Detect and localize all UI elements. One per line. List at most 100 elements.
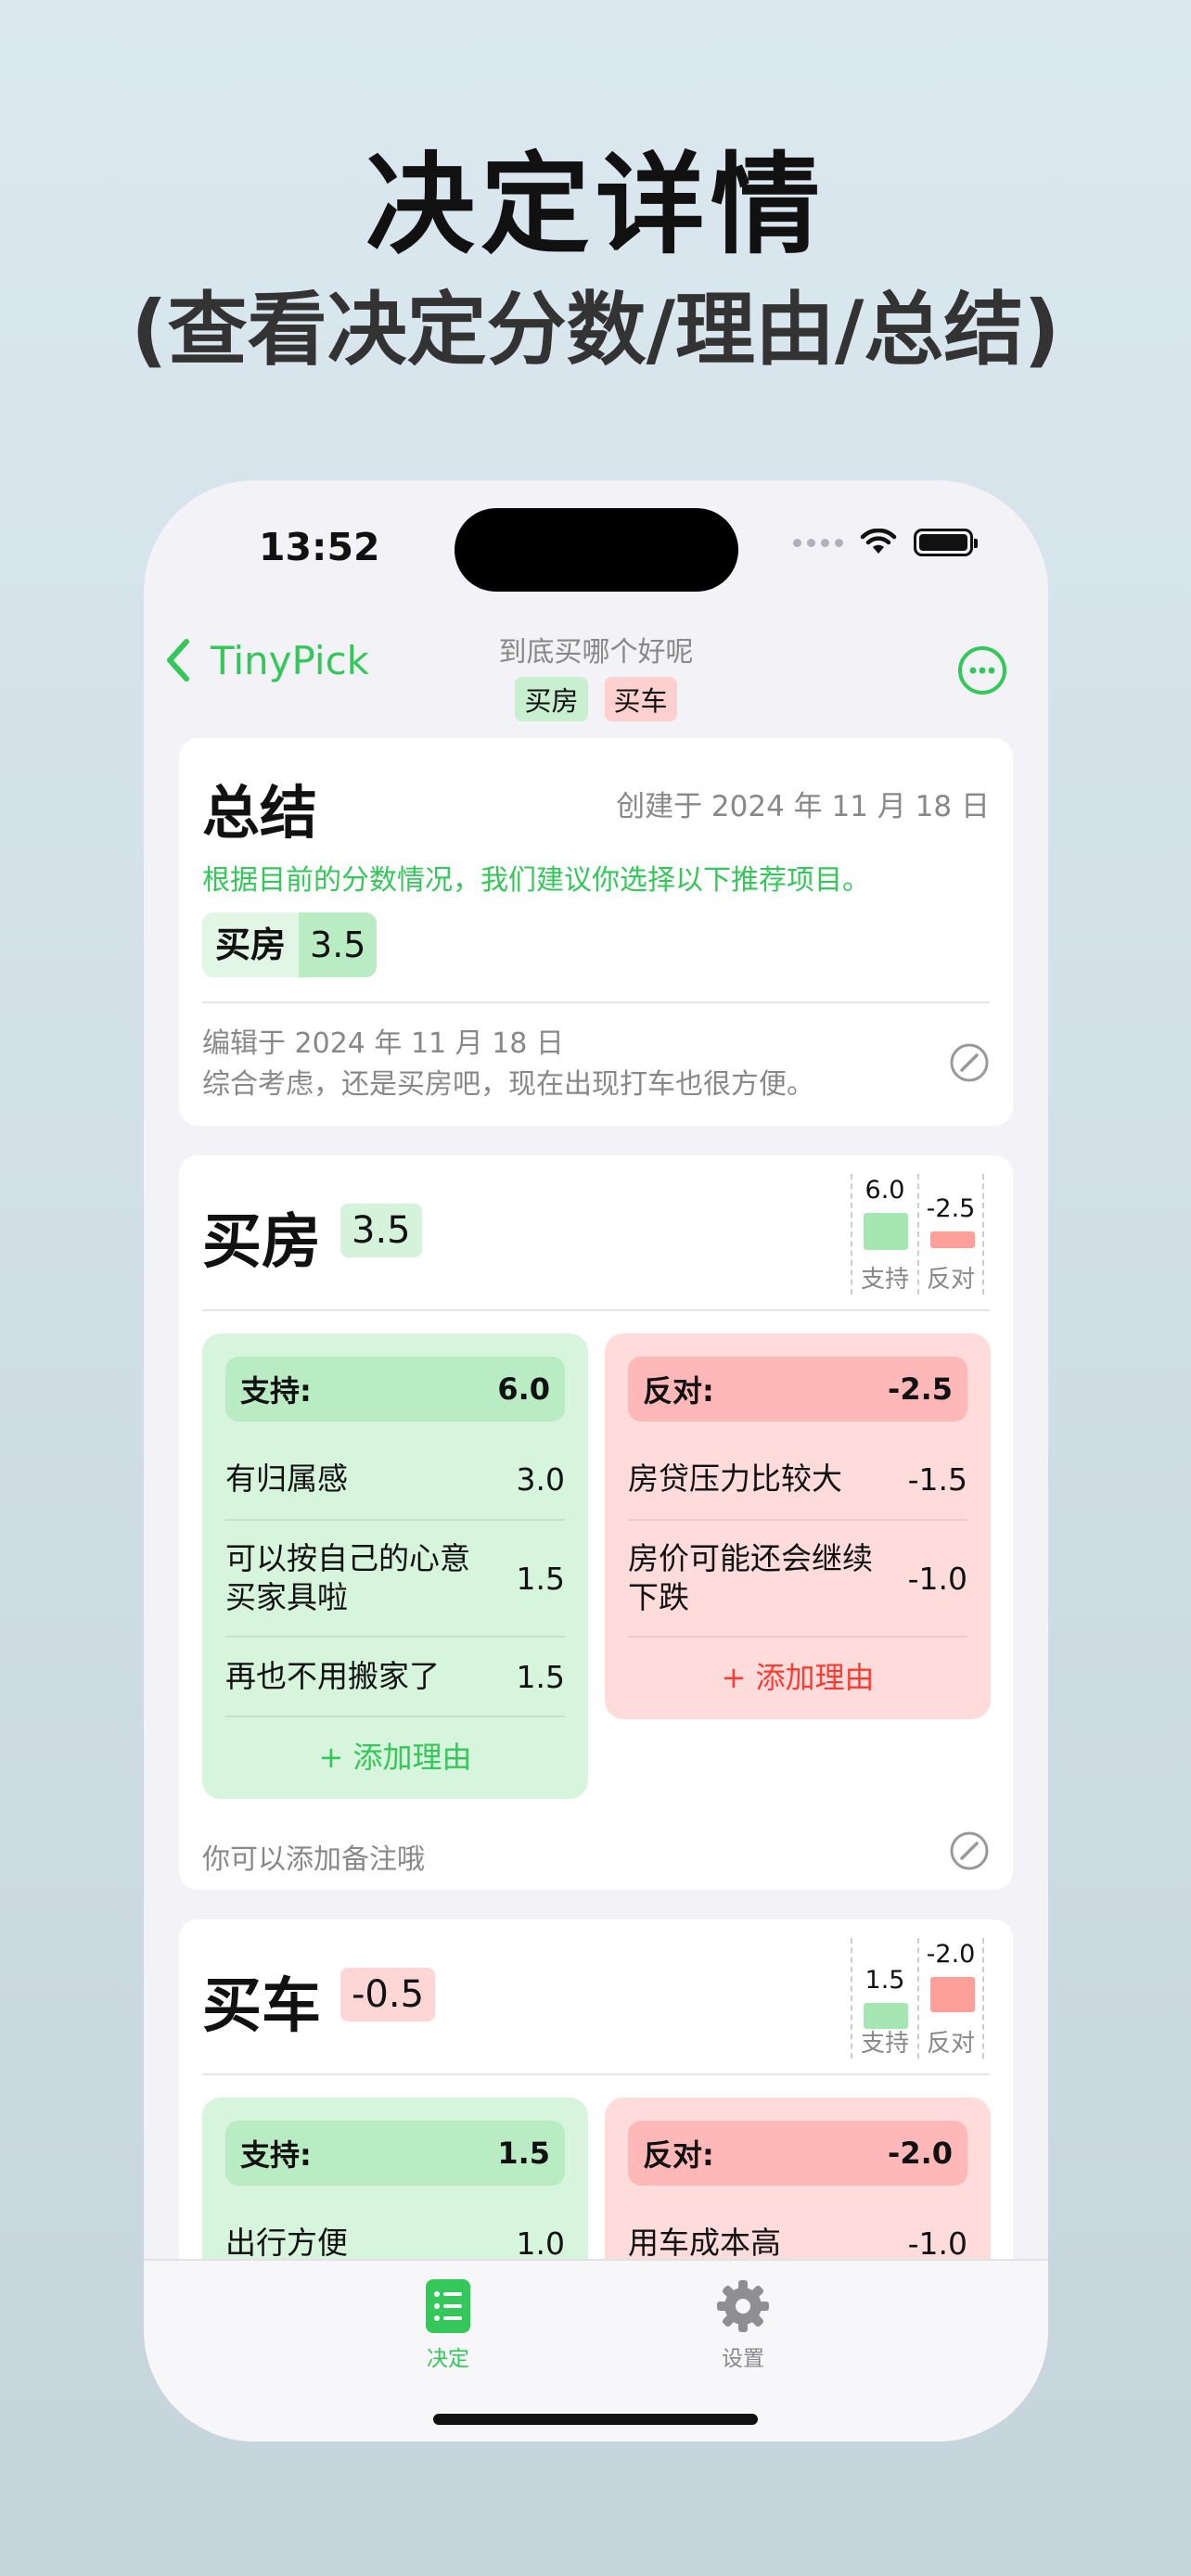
back-button[interactable]: TinyPick (160, 636, 369, 684)
reason-text: 房贷压力比较大 (628, 1460, 842, 1497)
score-mini-chart: 6.0 支持 -2.5 反对 (851, 1174, 990, 1294)
recommended-option-chip: 买房 3.5 (202, 912, 378, 977)
status-icons (793, 529, 978, 556)
phone-screen: 13:52 TinyPick 到底买哪个好呢 买房 买车 总结 创建于 2024… (144, 480, 1048, 2442)
con-column: -2.5 反对 (917, 1174, 984, 1294)
option-score: -0.5 (340, 1968, 436, 2021)
cons-panel: 反对: -2.5 房贷压力比较大 -1.5 房价可能还会继续下跌 -1.0 + … (605, 1333, 991, 1719)
option-card: 买房 3.5 6.0 支持 -2.5 反对 支持: 6.0 有归属感 3.0 可… (179, 1155, 1013, 1890)
pro-chart-value: 6.0 (864, 1176, 905, 1205)
reason-value: -1.5 (907, 1460, 967, 1498)
divider (202, 1001, 990, 1003)
battery-icon (914, 529, 978, 556)
option-note-placeholder[interactable]: 你可以添加备注哦 (202, 1836, 425, 1877)
decision-title: 到底买哪个好呢 (498, 636, 694, 669)
pro-column: 1.5 支持 (851, 1938, 917, 2059)
promo-subheadline: (查看决定分数/理由/总结) (131, 284, 1060, 376)
divider (202, 1309, 990, 1311)
chevron-left-icon (167, 639, 189, 682)
status-time: 13:52 (259, 525, 380, 569)
gear-icon (717, 2280, 769, 2332)
wifi-icon (860, 529, 897, 554)
pro-column: 6.0 支持 (851, 1174, 917, 1294)
con-chart-label: 反对 (926, 2030, 975, 2058)
reason-text: 有归属感 (225, 1460, 348, 1497)
con-bar (930, 1977, 975, 2012)
pro-chart-label: 支持 (860, 2030, 909, 2058)
reason-text: 出行方便 (225, 2225, 348, 2261)
reason-value: 1.0 (516, 2225, 565, 2262)
nav-title-area: 到底买哪个好呢 买房 买车 (422, 629, 770, 721)
reason-value: -1.0 (907, 1560, 967, 1597)
tab-label: 设置 (722, 2347, 764, 2371)
add-pro-reason-button[interactable]: + 添加理由 (225, 1715, 565, 1795)
signal-dots-icon (793, 538, 843, 547)
edit-summary-button[interactable] (949, 1042, 990, 1083)
back-label: TinyPick (211, 637, 369, 683)
pros-total: 6.0 (497, 1371, 550, 1407)
add-con-reason-button[interactable]: + 添加理由 (628, 1636, 967, 1715)
reason-row[interactable]: 房价可能还会继续下跌 -1.0 (628, 1519, 967, 1636)
reason-text: 用车成本高 (628, 2225, 781, 2261)
reason-text: 可以按自己的心意买家具啦 (225, 1540, 470, 1615)
tab-bar: 决定 设置 (144, 2259, 1048, 2442)
promo-headline: 决定详情 (365, 141, 826, 269)
cons-total: -2.5 (888, 1371, 953, 1407)
recommendation-text: 根据目前的分数情况，我们建议你选择以下推荐项目。 (202, 864, 870, 897)
tab-settings[interactable]: 设置 (678, 2277, 808, 2372)
reason-value: 3.0 (516, 1460, 565, 1498)
option-tags: 买房 买车 (422, 677, 770, 721)
con-chart-value: -2.5 (926, 1194, 976, 1223)
option-title: 买房 (202, 1208, 321, 1277)
pros-label: 支持: (240, 2137, 312, 2173)
con-chart-value: -2.0 (926, 1940, 976, 1969)
summary-title: 总结 (202, 779, 318, 847)
pros-label: 支持: (240, 1373, 312, 1409)
pro-bar (864, 1213, 908, 1250)
option-tag: 买车 (604, 677, 677, 721)
recommended-option-score: 3.5 (299, 912, 378, 977)
edit-note-button[interactable] (949, 1830, 990, 1871)
reason-value: 1.5 (516, 1560, 565, 1597)
option-tag: 买房 (515, 677, 588, 721)
reason-row[interactable]: 房贷压力比较大 -1.5 (628, 1439, 967, 1519)
dynamic-island (455, 508, 738, 592)
tab-decisions[interactable]: 决定 (383, 2277, 513, 2372)
reason-row[interactable]: 可以按自己的心意买家具啦 1.5 (225, 1519, 565, 1636)
pros-total: 1.5 (497, 2136, 550, 2171)
con-chart-label: 反对 (926, 1266, 975, 1294)
cons-header: 反对: -2.0 (628, 2121, 967, 2186)
cons-label: 反对: (643, 1373, 714, 1409)
home-indicator (433, 2414, 758, 2425)
reason-text: 房价可能还会继续下跌 (628, 1540, 873, 1615)
option-score: 3.5 (340, 1204, 422, 1257)
summary-meta: 编辑于 2024 年 11 月 18 日 综合考虑，还是买房吧，现在出现打车也很… (202, 1024, 814, 1105)
con-column: -2.0 反对 (917, 1938, 984, 2059)
reason-value: 1.5 (516, 1658, 565, 1695)
pros-header: 支持: 1.5 (225, 2121, 565, 2186)
divider (202, 2073, 990, 2075)
cons-header: 反对: -2.5 (628, 1357, 967, 1422)
score-mini-chart: 1.5 支持 -2.0 反对 (851, 1938, 990, 2059)
cons-total: -2.0 (888, 2136, 953, 2171)
pro-chart-value: 1.5 (864, 1966, 905, 1995)
option-title: 买车 (202, 1972, 321, 2041)
status-bar: 13:52 (144, 480, 1048, 592)
tab-label: 决定 (427, 2347, 469, 2371)
pros-panel: 支持: 6.0 有归属感 3.0 可以按自己的心意买家具啦 1.5 再也不用搬家… (202, 1333, 588, 1799)
summary-comment: 综合考虑，还是买房吧，现在出现打车也很方便。 (202, 1068, 814, 1101)
reason-row[interactable]: 有归属感 3.0 (225, 1439, 565, 1519)
con-bar (930, 1231, 975, 1248)
summary-card: 总结 创建于 2024 年 11 月 18 日 根据目前的分数情况，我们建议你选… (179, 738, 1013, 1126)
list-icon (426, 2279, 470, 2333)
reason-row[interactable]: 再也不用搬家了 1.5 (225, 1636, 565, 1715)
created-date: 创建于 2024 年 11 月 18 日 (616, 790, 990, 823)
reason-value: -1.0 (907, 2225, 967, 2262)
edited-date: 编辑于 2024 年 11 月 18 日 (202, 1027, 564, 1060)
cons-label: 反对: (643, 2137, 714, 2173)
recommended-option-name: 买房 (202, 912, 300, 977)
more-options-button[interactable] (957, 645, 1007, 695)
pros-header: 支持: 6.0 (225, 1357, 565, 1422)
reason-text: 再也不用搬家了 (225, 1658, 440, 1694)
pro-chart-label: 支持 (860, 1266, 909, 1294)
